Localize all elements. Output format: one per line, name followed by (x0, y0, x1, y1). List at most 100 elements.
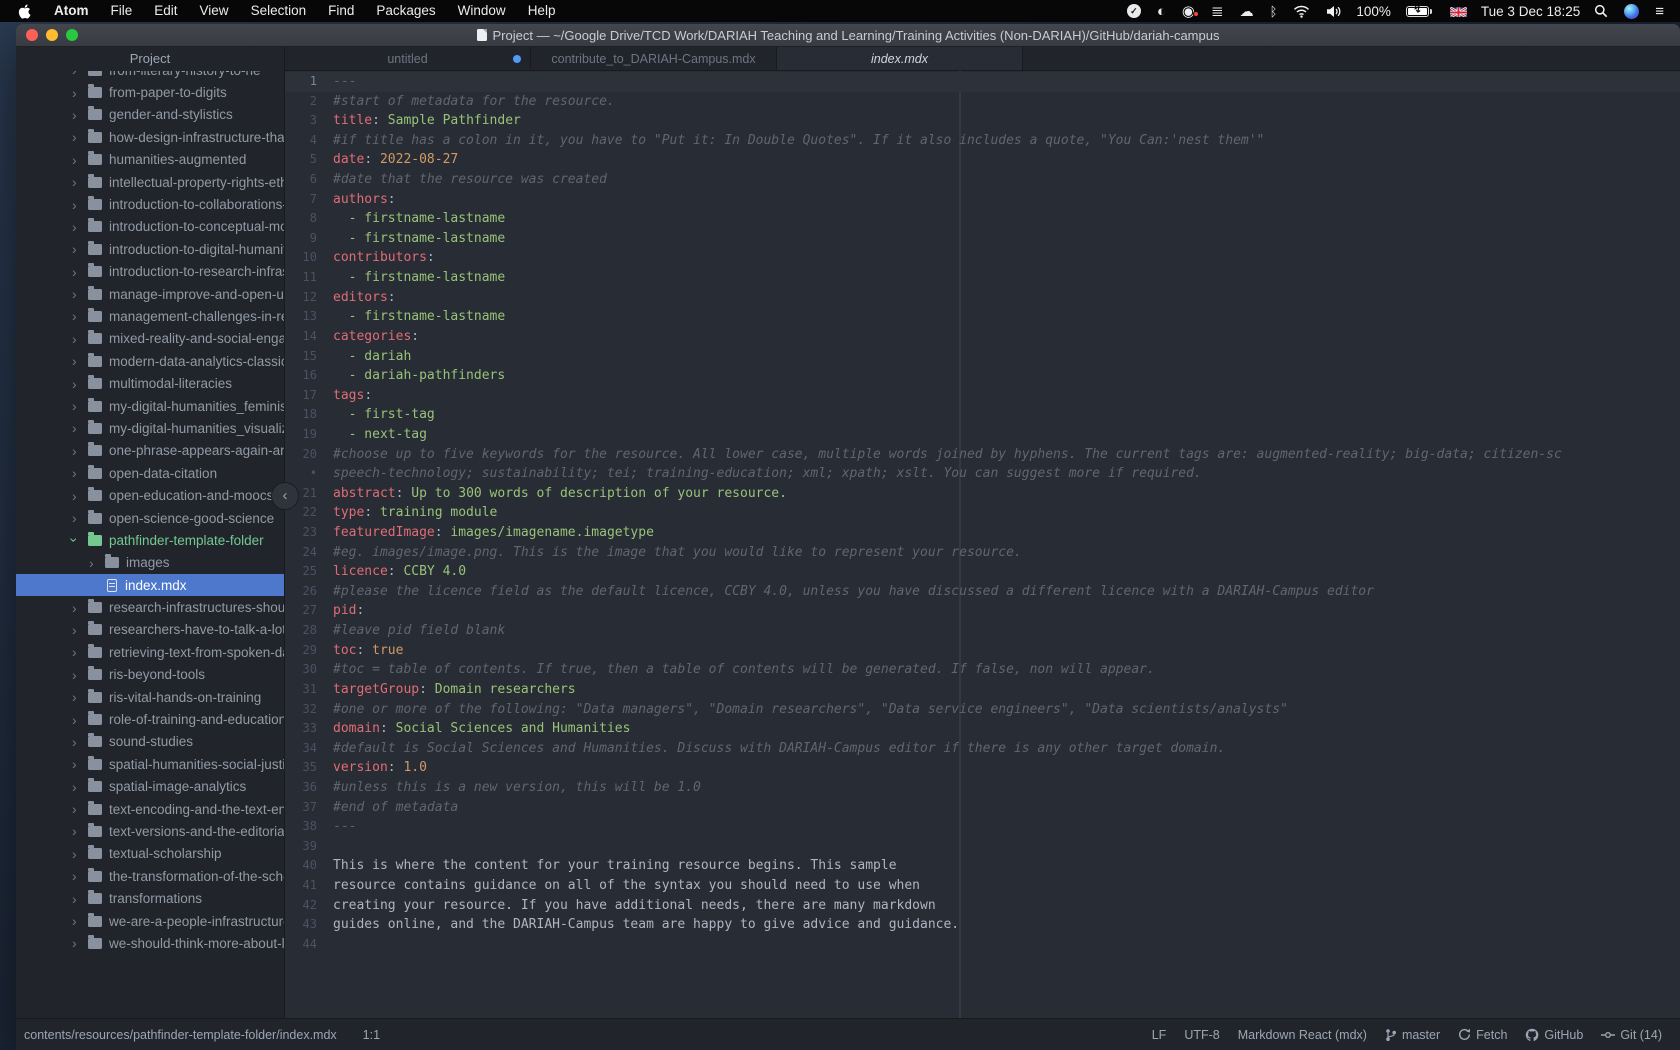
tree-item-pathfinder-template-folder[interactable]: ›pathfinder-template-folder (16, 529, 284, 551)
tree-item-how-design-infrastructure-that-co[interactable]: ›how-design-infrastructure-that-co (16, 126, 284, 148)
menu-packages[interactable]: Packages (365, 3, 446, 18)
tree-item-role-of-training-and-education-in[interactable]: ›role-of-training-and-education-in- (16, 708, 284, 730)
editor-line[interactable]: 40This is where the content for your tra… (285, 856, 1680, 876)
editor-line[interactable]: 21abstract: Up to 300 words of descripti… (285, 484, 1680, 504)
volume-icon[interactable] (1318, 5, 1350, 18)
cursor-position[interactable]: 1:1 (363, 1028, 380, 1042)
menu-bar-clock[interactable]: Tue 3 Dec 18:25 (1475, 4, 1586, 19)
menu-file[interactable]: File (100, 3, 144, 18)
editor-line[interactable]: 29toc: true (285, 641, 1680, 661)
tree-item-my-digital-humanities-feminist-re[interactable]: ›my-digital-humanities_feminist-re (16, 395, 284, 417)
tree-item-from-paper-to-digits[interactable]: ›from-paper-to-digits (16, 81, 284, 103)
editor-line[interactable]: 30#toc = table of contents. If true, the… (285, 660, 1680, 680)
editor-line[interactable]: 9 - firstname-lastname (285, 229, 1680, 249)
tree-item-modern-data-analytics-classical-c[interactable]: ›modern-data-analytics-classical-c (16, 350, 284, 372)
text-editor[interactable]: 1---2#start of metadata for the resource… (285, 71, 1680, 1018)
apple-menu-icon[interactable] (8, 4, 43, 19)
tree-item-from-literary-history-to-ne[interactable]: ›from-literary-history-to-ne (16, 71, 284, 81)
wifi-icon[interactable] (1285, 5, 1318, 18)
tree-item-spatial-image-analytics[interactable]: ›spatial-image-analytics (16, 776, 284, 798)
check-circle-icon[interactable]: ✓ (1119, 4, 1149, 18)
editor-line[interactable]: 11 - firstname-lastname (285, 268, 1680, 288)
editor-line[interactable]: 32#one or more of the following: "Data m… (285, 700, 1680, 720)
screen-record-icon[interactable]: ◉ (1174, 2, 1203, 20)
editor-line[interactable]: 36#unless this is a new version, this wi… (285, 778, 1680, 798)
battery-icon[interactable]: ↯ (1397, 6, 1442, 17)
siri-icon[interactable] (1616, 4, 1647, 19)
tree-item-management-challenges-in-resea[interactable]: ›management-challenges-in-resea (16, 305, 284, 327)
uk-flag-icon[interactable] (1442, 6, 1475, 17)
menu-find[interactable]: Find (317, 3, 365, 18)
tree-item-open-data-citation[interactable]: ›open-data-citation (16, 462, 284, 484)
editor-line[interactable]: 3title: Sample Pathfinder (285, 111, 1680, 131)
tree-item-introduction-to-research-infrastru[interactable]: ›introduction-to-research-infrastru (16, 261, 284, 283)
tab-index-mdx[interactable]: index.mdx (777, 47, 1023, 70)
window-title-bar[interactable]: Project — ~/Google Drive/TCD Work/DARIAH… (16, 24, 1680, 47)
tree-item-we-are-a-people-infrastructure[interactable]: ›we-are-a-people-infrastructure (16, 910, 284, 932)
tab-contribute-to-dariah-campus-mdx[interactable]: contribute_to_DARIAH-Campus.mdx (531, 47, 777, 70)
tree-item-index-mdx[interactable]: index.mdx (16, 574, 284, 596)
minimize-window-button[interactable] (46, 29, 58, 41)
tree-item-one-phrase-appears-again-and-a[interactable]: ›one-phrase-appears-again-and-a (16, 440, 284, 462)
spotlight-search-icon[interactable] (1586, 4, 1616, 18)
tree-item-introduction-to-collaborations-in[interactable]: ›introduction-to-collaborations-in- (16, 193, 284, 215)
editor-line[interactable]: 22type: training module (285, 503, 1680, 523)
editor-line[interactable]: 44 (285, 935, 1680, 955)
stack-icon[interactable]: ≣ (1203, 2, 1232, 20)
tree-item-text-encoding-and-the-text-encod[interactable]: ›text-encoding-and-the-text-encod (16, 798, 284, 820)
tree-view-toggle-handle[interactable]: ‹ (271, 482, 299, 510)
tree-item-researchers-have-to-talk-a-lot[interactable]: ›researchers-have-to-talk-a-lot (16, 619, 284, 641)
tree-item-multimodal-literacies[interactable]: ›multimodal-literacies (16, 372, 284, 394)
tree-item-ris-beyond-tools[interactable]: ›ris-beyond-tools (16, 664, 284, 686)
status-utf-8[interactable]: UTF-8 (1184, 1028, 1219, 1042)
tab-untitled[interactable]: untitled (285, 47, 531, 70)
status-master[interactable]: master (1385, 1028, 1440, 1042)
tree-item-mixed-reality-and-social-engagem[interactable]: ›mixed-reality-and-social-engagem (16, 328, 284, 350)
menu-edit[interactable]: Edit (143, 3, 188, 18)
editor-line[interactable]: 35version: 1.0 (285, 758, 1680, 778)
editor-line[interactable]: 26#please the licence field as the defau… (285, 582, 1680, 602)
tree-item-gender-and-stylistics[interactable]: ›gender-and-stylistics (16, 104, 284, 126)
editor-line[interactable]: 4#if title has a colon in it, you have t… (285, 131, 1680, 151)
menu-atom[interactable]: Atom (43, 3, 100, 18)
editor-line[interactable]: 10contributors: (285, 248, 1680, 268)
bluetooth-icon[interactable]: ᛒ (1262, 4, 1286, 19)
tree-item-sound-studies[interactable]: ›sound-studies (16, 731, 284, 753)
editor-line[interactable]: 38--- (285, 817, 1680, 837)
tree-item-we-should-think-more-about-lear[interactable]: ›we-should-think-more-about-lear (16, 932, 284, 954)
tree-item-humanities-augmented[interactable]: ›humanities-augmented (16, 149, 284, 171)
tree-item-transformations[interactable]: ›transformations (16, 887, 284, 909)
editor-line[interactable]: 14categories: (285, 327, 1680, 347)
tree-item-open-education-and-moocs[interactable]: ›open-education-and-moocs (16, 484, 284, 506)
close-window-button[interactable] (26, 29, 38, 41)
project-tree[interactable]: ›from-literary-history-to-ne›from-paper-… (16, 71, 284, 1018)
menu-window[interactable]: Window (447, 3, 517, 18)
tree-item-open-science-good-science[interactable]: ›open-science-good-science (16, 507, 284, 529)
editor-line[interactable]: 31targetGroup: Domain researchers (285, 680, 1680, 700)
tree-item-manage-improve-and-open-up-yc[interactable]: ›manage-improve-and-open-up-yc (16, 283, 284, 305)
tree-item-ris-vital-hands-on-training[interactable]: ›ris-vital-hands-on-training (16, 686, 284, 708)
editor-line[interactable]: 16 - dariah-pathfinders (285, 366, 1680, 386)
editor-line[interactable]: 15 - dariah (285, 347, 1680, 367)
editor-line[interactable]: 1--- (285, 72, 1680, 92)
editor-line[interactable]: 2#start of metadata for the resource. (285, 92, 1680, 112)
tree-item-retrieving-text-from-spoken-data[interactable]: ›retrieving-text-from-spoken-data (16, 641, 284, 663)
status-github[interactable]: GitHub (1525, 1028, 1583, 1042)
menu-view[interactable]: View (189, 3, 240, 18)
editor-line[interactable]: 41resource contains guidance on all of t… (285, 876, 1680, 896)
editor-line[interactable]: 25licence: CCBY 4.0 (285, 562, 1680, 582)
menu-help[interactable]: Help (517, 3, 567, 18)
tree-item-images[interactable]: ›images (16, 552, 284, 574)
editor-line[interactable]: 6#date that the resource was created (285, 170, 1680, 190)
status-markdown-react-mdx[interactable]: Markdown React (mdx) (1238, 1028, 1367, 1042)
tree-item-text-versions-and-the-editorial-im[interactable]: ›text-versions-and-the-editorial-im (16, 820, 284, 842)
editor-line[interactable]: 8 - firstname-lastname (285, 209, 1680, 229)
editor-line[interactable]: 19 - next-tag (285, 425, 1680, 445)
editor-line[interactable]: 42creating your resource. If you have ad… (285, 896, 1680, 916)
half-circle-icon[interactable]: ◐ (1149, 3, 1174, 20)
editor-line[interactable]: 28#leave pid field blank (285, 621, 1680, 641)
editor-line[interactable]: 17tags: (285, 386, 1680, 406)
editor-line[interactable]: 24#eg. images/image.png. This is the ima… (285, 543, 1680, 563)
tree-item-introduction-to-digital-humanities[interactable]: ›introduction-to-digital-humanities (16, 238, 284, 260)
editor-line[interactable]: 12editors: (285, 288, 1680, 308)
